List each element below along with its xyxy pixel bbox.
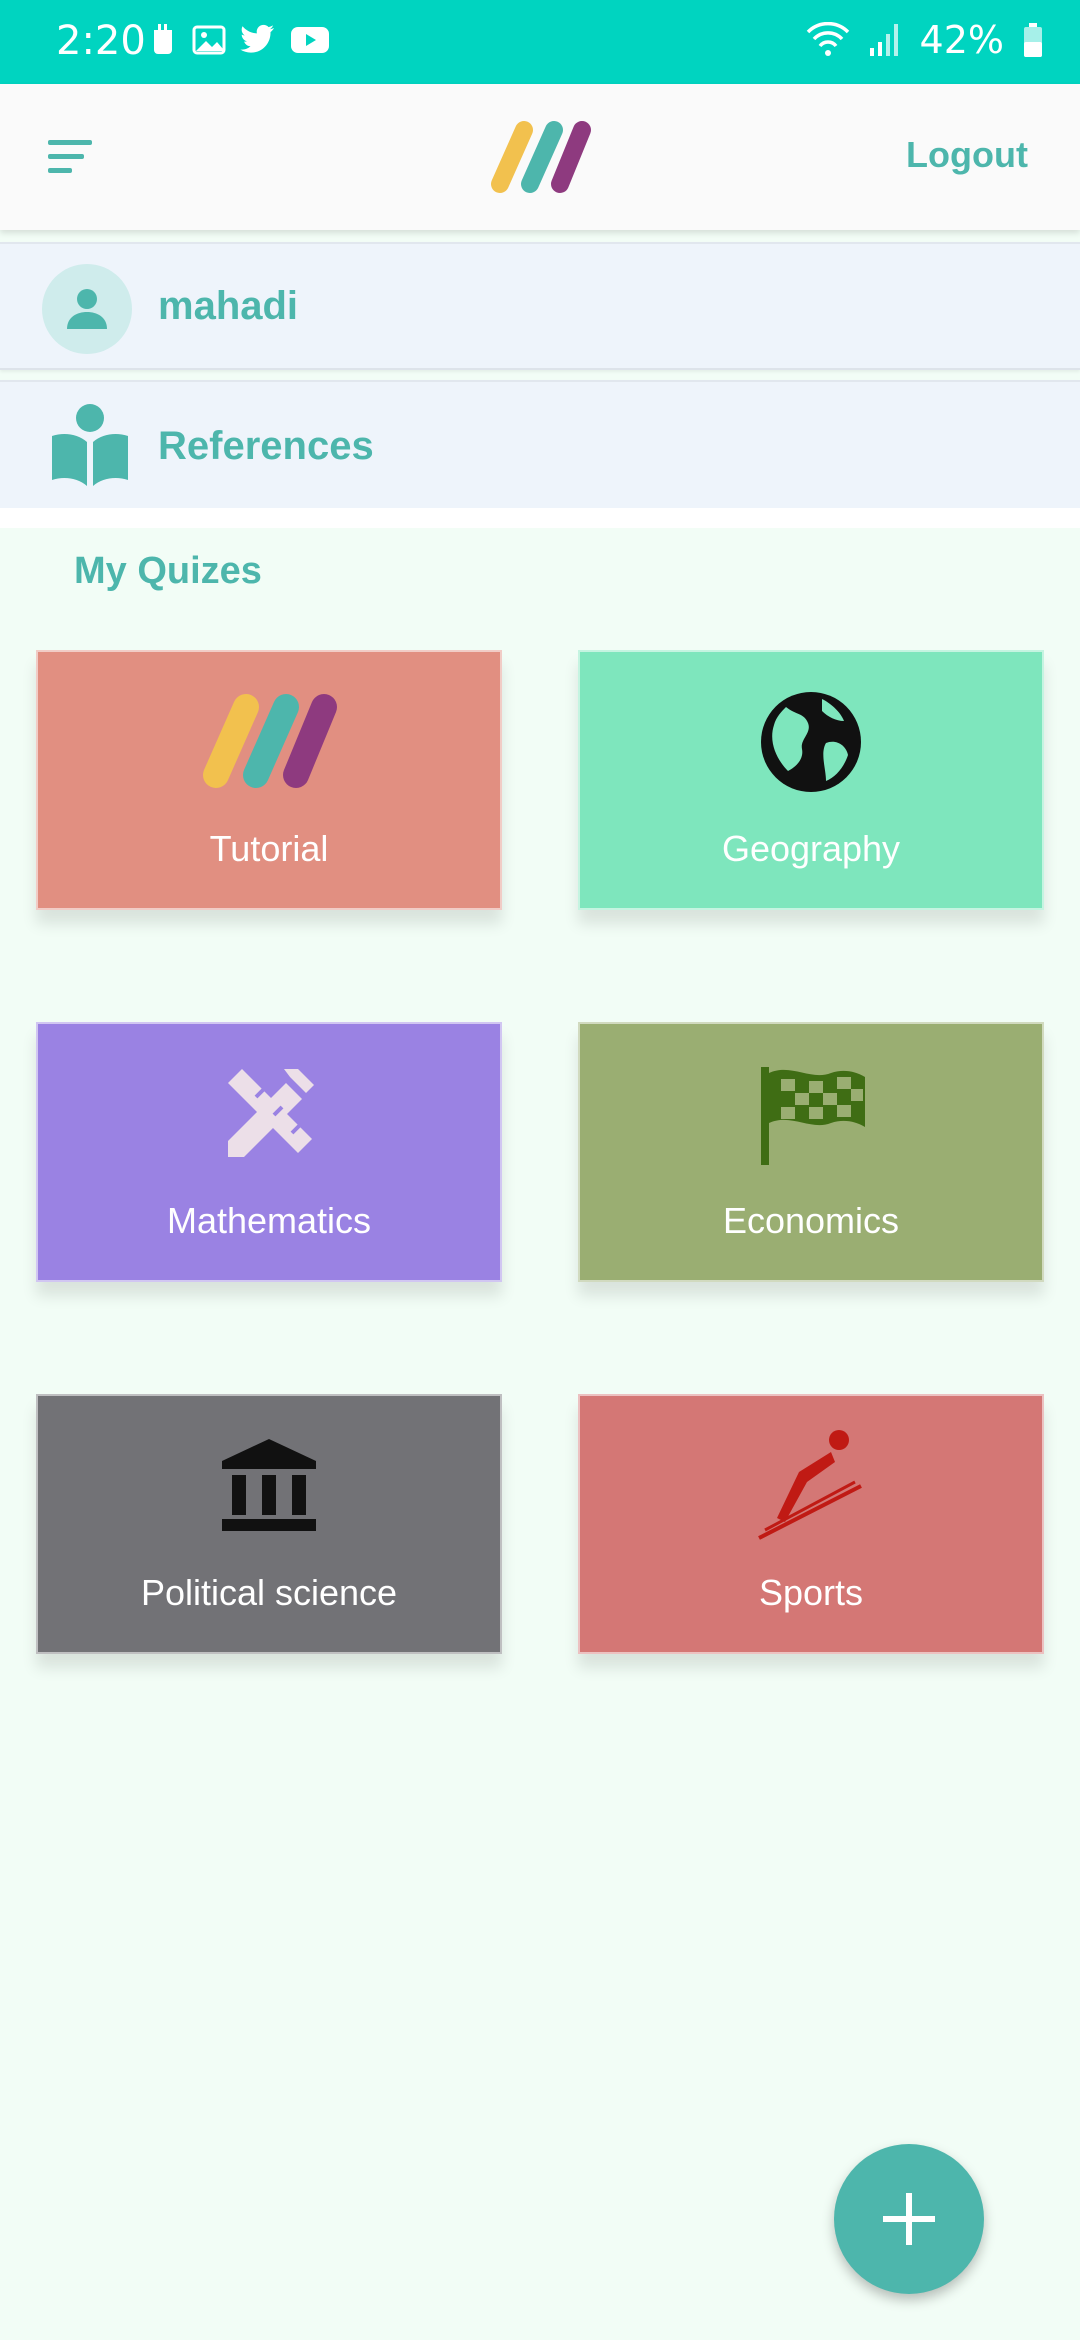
avatar: [42, 264, 132, 354]
add-quiz-button[interactable]: [834, 2144, 984, 2294]
logout-button[interactable]: Logout: [906, 134, 1028, 176]
twitter-icon: [240, 24, 274, 53]
status-time: 2:20: [56, 18, 146, 64]
app-logo-icon: [491, 121, 591, 193]
battery-icon: [1024, 23, 1042, 57]
pencil-ruler-icon: [228, 1069, 314, 1157]
quiz-tile-label: Mathematics: [166, 1200, 372, 1241]
quiz-tile-label: Political science: [140, 1572, 398, 1613]
wifi-icon: [806, 22, 849, 56]
globe-icon: [761, 692, 861, 792]
section-title: My Quizes: [74, 550, 262, 592]
user-name: mahadi: [158, 284, 299, 328]
menu-icon[interactable]: [46, 132, 102, 182]
divider: [0, 508, 1080, 528]
references-row[interactable]: References: [0, 380, 1080, 510]
user-profile-row[interactable]: mahadi: [0, 242, 1080, 370]
checkered-flag-icon: [761, 1067, 865, 1165]
quiz-tile-mathematics[interactable]: Mathematics: [36, 1022, 502, 1282]
quiz-tile-label: Tutorial: [209, 828, 329, 869]
person-icon: [67, 289, 107, 329]
gallery-icon: [192, 25, 226, 55]
status-bar: 2:20 42%: [0, 0, 1080, 84]
quiz-tile-tutorial[interactable]: Tutorial: [36, 650, 502, 910]
plus-icon: [883, 2193, 935, 2245]
status-system-icons: 42%: [806, 18, 1044, 62]
quiz-tile-label: Sports: [758, 1572, 864, 1613]
references-label: References: [158, 424, 374, 468]
quiz-tile-label: Geography: [721, 828, 901, 869]
quiz-tile-label: Economics: [722, 1200, 900, 1241]
battery-percent: 42%: [919, 18, 1004, 62]
app-logo-icon: [203, 694, 337, 788]
notification-icon: [154, 24, 172, 54]
app-bar: Logout: [0, 84, 1080, 230]
status-notification-icons: [148, 22, 330, 58]
quiz-tile-sports[interactable]: Sports: [578, 1394, 1044, 1654]
reader-book-icon: [52, 404, 128, 486]
youtube-icon: [291, 27, 329, 53]
quiz-tile-economics[interactable]: Economics: [578, 1022, 1044, 1282]
quiz-tile-political-science[interactable]: Political science: [36, 1394, 502, 1654]
signal-icon: [869, 24, 898, 56]
quiz-tile-geography[interactable]: Geography: [578, 650, 1044, 910]
ski-jump-icon: [758, 1430, 862, 1540]
institution-icon: [222, 1439, 316, 1531]
